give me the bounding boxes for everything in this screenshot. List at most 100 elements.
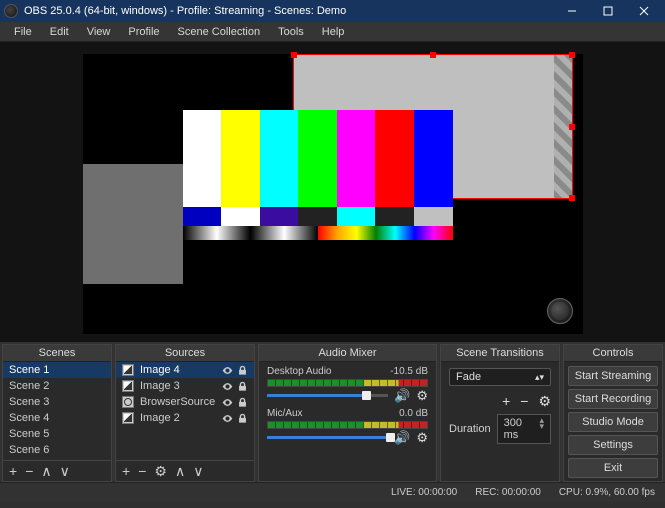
source-up-button[interactable]: ∧ xyxy=(175,464,185,478)
settings-button[interactable]: Settings xyxy=(568,435,658,455)
scenes-panel-title: Scenes xyxy=(3,345,111,362)
scene-down-button[interactable]: ∨ xyxy=(60,464,70,478)
scene-item[interactable]: Scene 2 xyxy=(3,378,111,394)
channel-settings-icon[interactable]: ⚙ xyxy=(416,389,428,402)
remove-source-button[interactable]: − xyxy=(138,464,146,478)
lock-toggle-icon[interactable] xyxy=(237,397,248,408)
preview-area[interactable] xyxy=(0,42,665,342)
resize-handle-n[interactable] xyxy=(430,52,436,58)
minimize-button[interactable] xyxy=(555,0,589,22)
audio-mixer-panel: Audio Mixer Desktop Audio -10.5 dB 🔊 ⚙ M… xyxy=(258,344,437,482)
app-logo-icon xyxy=(4,4,18,18)
status-rec: REC: 00:00:00 xyxy=(475,487,541,498)
scene-up-button[interactable]: ∧ xyxy=(41,464,51,478)
source-label: Image 4 xyxy=(140,364,180,376)
status-bar: LIVE: 00:00:00 REC: 00:00:00 CPU: 0.9%, … xyxy=(0,482,665,502)
image-source-icon xyxy=(122,364,134,376)
duration-value: 300 ms xyxy=(504,417,540,441)
volume-slider[interactable] xyxy=(267,394,388,397)
remove-transition-button[interactable]: − xyxy=(520,394,528,408)
lock-toggle-icon[interactable] xyxy=(237,413,248,424)
source-item[interactable]: Image 2 xyxy=(116,410,254,426)
menu-tools[interactable]: Tools xyxy=(270,24,312,40)
transition-properties-button[interactable]: ⚙ xyxy=(538,394,551,408)
lock-toggle-icon[interactable] xyxy=(237,365,248,376)
menu-scene-collection[interactable]: Scene Collection xyxy=(170,24,269,40)
start-recording-button[interactable]: Start Recording xyxy=(568,389,658,409)
dropdown-arrows-icon: ▴▾ xyxy=(535,371,544,383)
resize-handle-e[interactable] xyxy=(569,124,575,130)
add-source-button[interactable]: + xyxy=(122,464,130,478)
exit-button[interactable]: Exit xyxy=(568,458,658,478)
menu-edit[interactable]: Edit xyxy=(42,24,77,40)
spinner-arrows-icon[interactable]: ▴▾ xyxy=(539,417,544,441)
sources-panel-title: Sources xyxy=(116,345,254,362)
title-bar: OBS 25.0.4 (64-bit, windows) - Profile: … xyxy=(0,0,665,22)
visibility-toggle-icon[interactable] xyxy=(222,365,233,376)
source-item[interactable]: Image 3 xyxy=(116,378,254,394)
mixer-channel: Mic/Aux 0.0 dB 🔊 ⚙ xyxy=(259,404,436,446)
duration-label: Duration xyxy=(449,423,491,435)
add-scene-button[interactable]: + xyxy=(9,464,17,478)
channel-settings-icon[interactable]: ⚙ xyxy=(416,431,428,444)
source-down-button[interactable]: ∨ xyxy=(193,464,203,478)
color-bars-source xyxy=(183,110,453,240)
studio-mode-button[interactable]: Studio Mode xyxy=(568,412,658,432)
source-label: Image 3 xyxy=(140,380,180,392)
mixer-channel: Desktop Audio -10.5 dB 🔊 ⚙ xyxy=(259,362,436,404)
visibility-toggle-icon[interactable] xyxy=(222,381,233,392)
preview-canvas[interactable] xyxy=(83,54,583,334)
visibility-toggle-icon[interactable] xyxy=(222,397,233,408)
source-label: Image 2 xyxy=(140,412,180,424)
sources-list[interactable]: Image 4 Image 3 BrowserSou xyxy=(116,362,254,426)
visibility-toggle-icon[interactable] xyxy=(222,413,233,424)
duration-input[interactable]: 300 ms ▴▾ xyxy=(497,414,551,444)
lock-toggle-icon[interactable] xyxy=(237,381,248,392)
start-streaming-button[interactable]: Start Streaming xyxy=(568,366,658,386)
audio-mixer-title: Audio Mixer xyxy=(259,345,436,362)
docks-row: Scenes Scene 1 Scene 2 Scene 3 Scene 4 S… xyxy=(0,342,665,482)
source-item[interactable]: Image 4 xyxy=(116,362,254,378)
image-source-icon xyxy=(122,412,134,424)
mute-button-icon[interactable]: 🔊 xyxy=(394,389,410,402)
menu-bar: File Edit View Profile Scene Collection … xyxy=(0,22,665,42)
source-label: BrowserSource xyxy=(140,396,215,408)
source-item[interactable]: BrowserSource xyxy=(116,394,254,410)
menu-file[interactable]: File xyxy=(6,24,40,40)
scene-item[interactable]: Scene 1 xyxy=(3,362,111,378)
mute-button-icon[interactable]: 🔊 xyxy=(394,431,410,444)
mixer-channel-db: -10.5 dB xyxy=(390,366,428,377)
transitions-panel: Scene Transitions Fade ▴▾ + − ⚙ Duration… xyxy=(440,344,560,482)
close-button[interactable] xyxy=(627,0,661,22)
transition-selected: Fade xyxy=(456,371,481,383)
obs-watermark-icon xyxy=(547,298,573,324)
maximize-button[interactable] xyxy=(591,0,625,22)
add-transition-button[interactable]: + xyxy=(502,394,510,408)
scene-item[interactable]: Scene 4 xyxy=(3,410,111,426)
scene-item[interactable]: Scene 5 xyxy=(3,426,111,442)
status-cpu: CPU: 0.9%, 60.00 fps xyxy=(559,487,655,498)
remove-scene-button[interactable]: − xyxy=(25,464,33,478)
resize-handle-nw[interactable] xyxy=(291,52,297,58)
sources-panel: Sources Image 4 Image 3 xyxy=(115,344,255,482)
resize-handle-ne[interactable] xyxy=(569,52,575,58)
scenes-list[interactable]: Scene 1 Scene 2 Scene 3 Scene 4 Scene 5 … xyxy=(3,362,111,460)
menu-profile[interactable]: Profile xyxy=(120,24,167,40)
bg-block xyxy=(83,164,183,284)
audio-meter xyxy=(267,421,428,429)
window-title: OBS 25.0.4 (64-bit, windows) - Profile: … xyxy=(24,5,346,17)
scene-item[interactable]: Scene 3 xyxy=(3,394,111,410)
resize-handle-se[interactable] xyxy=(569,195,575,201)
controls-panel: Controls Start Streaming Start Recording… xyxy=(563,344,663,482)
mixer-channel-name: Mic/Aux xyxy=(267,408,303,419)
transition-select[interactable]: Fade ▴▾ xyxy=(449,368,551,386)
volume-slider[interactable] xyxy=(267,436,388,439)
mixer-channel-db: 0.0 dB xyxy=(399,408,428,419)
scenes-panel: Scenes Scene 1 Scene 2 Scene 3 Scene 4 S… xyxy=(2,344,112,482)
status-live: LIVE: 00:00:00 xyxy=(391,487,457,498)
menu-help[interactable]: Help xyxy=(314,24,353,40)
scene-item[interactable]: Scene 6 xyxy=(3,442,111,458)
source-properties-button[interactable]: ⚙ xyxy=(154,464,167,478)
menu-view[interactable]: View xyxy=(79,24,119,40)
mixer-channel-name: Desktop Audio xyxy=(267,366,332,377)
